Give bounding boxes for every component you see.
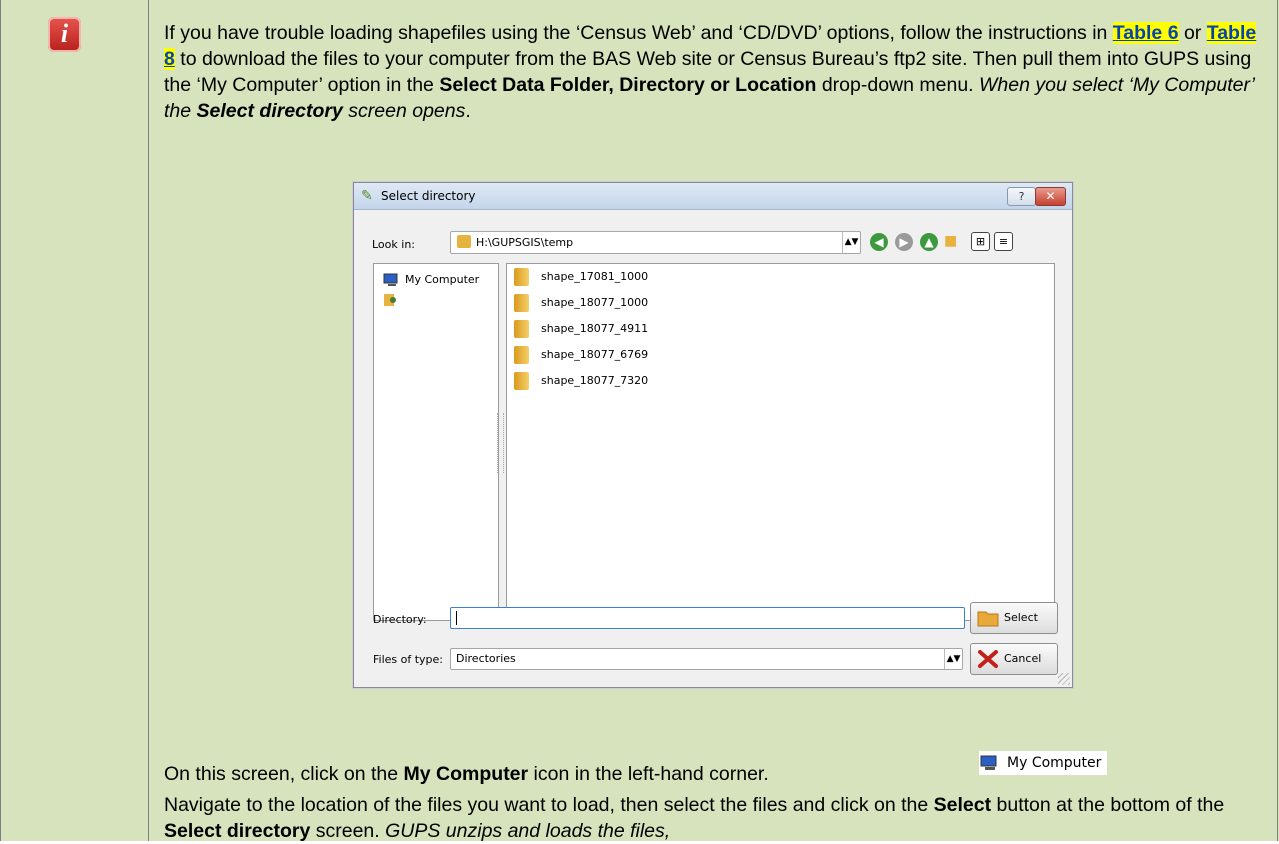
look-in-label: Look in: bbox=[372, 238, 415, 251]
info-icon: i bbox=[48, 17, 81, 52]
cancel-x-icon bbox=[978, 650, 998, 668]
parent-directory-icon[interactable]: ▲ bbox=[920, 233, 938, 251]
computer-icon bbox=[980, 755, 997, 770]
my-computer-label: My Computer bbox=[1007, 755, 1102, 771]
info-table-row: i If you have trouble loading shapefiles… bbox=[0, 0, 1279, 844]
back-icon[interactable]: ◀ bbox=[870, 233, 888, 251]
select-directory-dialog: ✎ Select directory ? ✕ Look in: H:\GUPSG… bbox=[353, 182, 1073, 688]
paragraph-navigate: Navigate to the location of the files yo… bbox=[164, 792, 1269, 844]
table-border-right bbox=[1277, 0, 1278, 841]
text: On this screen, click on the bbox=[164, 763, 404, 785]
folder-icon bbox=[514, 346, 529, 364]
table-6-link[interactable]: Table 6 bbox=[1112, 22, 1179, 44]
folder-name: shape_18077_6769 bbox=[541, 348, 649, 361]
list-view-icon[interactable]: ⊞ bbox=[971, 232, 990, 251]
text: . bbox=[465, 100, 471, 122]
bold-text: Select bbox=[933, 794, 992, 816]
italic-text: GUPS unzips and loads the files, bbox=[385, 820, 671, 842]
bold-text: My Computer bbox=[403, 763, 529, 785]
forward-icon[interactable]: ▶ bbox=[895, 233, 913, 251]
computer-icon bbox=[383, 273, 398, 286]
user-folder-icon bbox=[384, 294, 396, 306]
cancel-label: Cancel bbox=[1004, 652, 1042, 665]
files-of-type-label: Files of type: bbox=[373, 653, 444, 666]
folder-icon bbox=[514, 294, 529, 312]
detail-view-icon[interactable]: ≡ bbox=[994, 232, 1013, 251]
bold-italic-text: Select directory bbox=[196, 100, 343, 122]
sidebar-item-my-computer[interactable]: My Computer bbox=[383, 270, 479, 290]
select-button[interactable]: Select bbox=[970, 602, 1058, 634]
resize-grip[interactable] bbox=[1058, 673, 1070, 685]
text: or bbox=[1178, 22, 1207, 44]
new-folder-icon[interactable]: ■ bbox=[944, 233, 964, 251]
table-border-middle bbox=[148, 0, 149, 841]
folder-icon bbox=[514, 268, 529, 286]
sidebar-item-label: My Computer bbox=[405, 273, 480, 286]
look-in-combo[interactable]: H:\GUPSGIS\temp ▲▼ bbox=[450, 231, 861, 254]
directory-label: Directory: bbox=[373, 613, 427, 626]
splitter-handle[interactable] bbox=[497, 413, 504, 473]
file-list: shape_17081_1000 shape_18077_1000 shape_… bbox=[506, 263, 1055, 621]
text: screen. bbox=[310, 820, 386, 842]
close-button[interactable]: ✕ bbox=[1035, 187, 1066, 206]
qgis-icon: ✎ bbox=[361, 188, 373, 204]
table-border-left bbox=[0, 0, 1, 841]
text: icon in the left-hand corner. bbox=[528, 763, 769, 785]
list-item[interactable]: shape_18077_7320 bbox=[514, 370, 648, 392]
folder-icon bbox=[514, 372, 529, 390]
text: button at the bottom of the bbox=[991, 794, 1225, 816]
text-caret bbox=[456, 611, 457, 625]
folder-name: shape_18077_4911 bbox=[541, 322, 649, 335]
sidebar-item-user[interactable] bbox=[383, 290, 405, 310]
folder-name: shape_18077_7320 bbox=[541, 374, 649, 387]
bold-text: Select Data Folder, Directory or Locatio… bbox=[439, 74, 817, 96]
combo-arrow-icon[interactable]: ▲▼ bbox=[944, 649, 962, 669]
text: If you have trouble loading shapefiles u… bbox=[164, 22, 1113, 44]
italic-text: screen opens bbox=[342, 100, 466, 122]
help-button[interactable]: ? bbox=[1007, 187, 1036, 206]
bold-text: Select directory bbox=[164, 820, 311, 842]
folder-icon bbox=[457, 235, 471, 248]
list-item[interactable]: shape_17081_1000 bbox=[514, 266, 648, 288]
paragraph-trouble-loading: If you have trouble loading shapefiles u… bbox=[164, 20, 1269, 124]
list-item[interactable]: shape_18077_1000 bbox=[514, 292, 648, 314]
look-in-value: H:\GUPSGIS\temp bbox=[476, 236, 574, 249]
folder-icon bbox=[514, 320, 529, 338]
folder-open-icon bbox=[977, 611, 999, 627]
text: drop-down menu. bbox=[816, 74, 980, 96]
directory-input[interactable] bbox=[450, 607, 965, 629]
my-computer-illustration: My Computer bbox=[979, 751, 1108, 775]
select-label: Select bbox=[1004, 611, 1038, 624]
dialog-titlebar[interactable]: ✎ Select directory ? ✕ bbox=[354, 183, 1072, 210]
folder-name: shape_17081_1000 bbox=[541, 270, 649, 283]
places-sidebar: My Computer bbox=[373, 263, 499, 621]
files-of-type-value: Directories bbox=[456, 652, 516, 665]
list-item[interactable]: shape_18077_6769 bbox=[514, 344, 648, 366]
combo-arrow-icon[interactable]: ▲▼ bbox=[842, 232, 860, 253]
text: Navigate to the location of the files yo… bbox=[164, 794, 934, 816]
cancel-button[interactable]: Cancel bbox=[970, 643, 1058, 675]
list-item[interactable]: shape_18077_4911 bbox=[514, 318, 648, 340]
dialog-title: Select directory bbox=[381, 189, 476, 203]
files-of-type-combo[interactable]: Directories ▲▼ bbox=[450, 648, 963, 670]
folder-name: shape_18077_1000 bbox=[541, 296, 649, 309]
